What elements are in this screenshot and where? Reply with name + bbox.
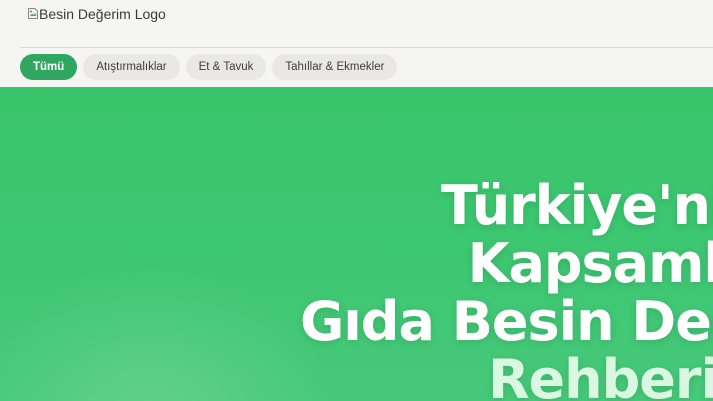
category-chip-snacks[interactable]: Atıştırmalıklar	[83, 54, 180, 80]
hero-title-line: Kapsamlı	[467, 232, 713, 295]
top-bar: Besin Değerim Logo	[0, 0, 713, 48]
category-filter-bar: Tümü Atıştırmalıklar Et & Tavuk Tahıllar…	[20, 54, 398, 80]
category-chip-meat-chicken[interactable]: Et & Tavuk	[185, 54, 267, 80]
logo-alt-text: Besin Değerim Logo	[39, 6, 166, 22]
hero-title-line-accent: Rehberi	[487, 348, 713, 401]
broken-image-icon	[28, 6, 38, 19]
hero-banner: Türkiye'nin Kapsamlı Gıda Besin Değerler…	[0, 87, 713, 401]
hero-title-line: Gıda Besin Değerleri	[299, 290, 713, 353]
category-chip-grains-breads[interactable]: Tahıllar & Ekmekler	[272, 54, 398, 80]
hero-title-line: Türkiye'nin	[441, 174, 713, 237]
hero-title: Türkiye'nin Kapsamlı Gıda Besin Değerler…	[283, 177, 713, 401]
category-chip-all[interactable]: Tümü	[20, 54, 78, 80]
site-logo[interactable]: Besin Değerim Logo	[28, 6, 166, 22]
header-divider	[20, 47, 713, 48]
